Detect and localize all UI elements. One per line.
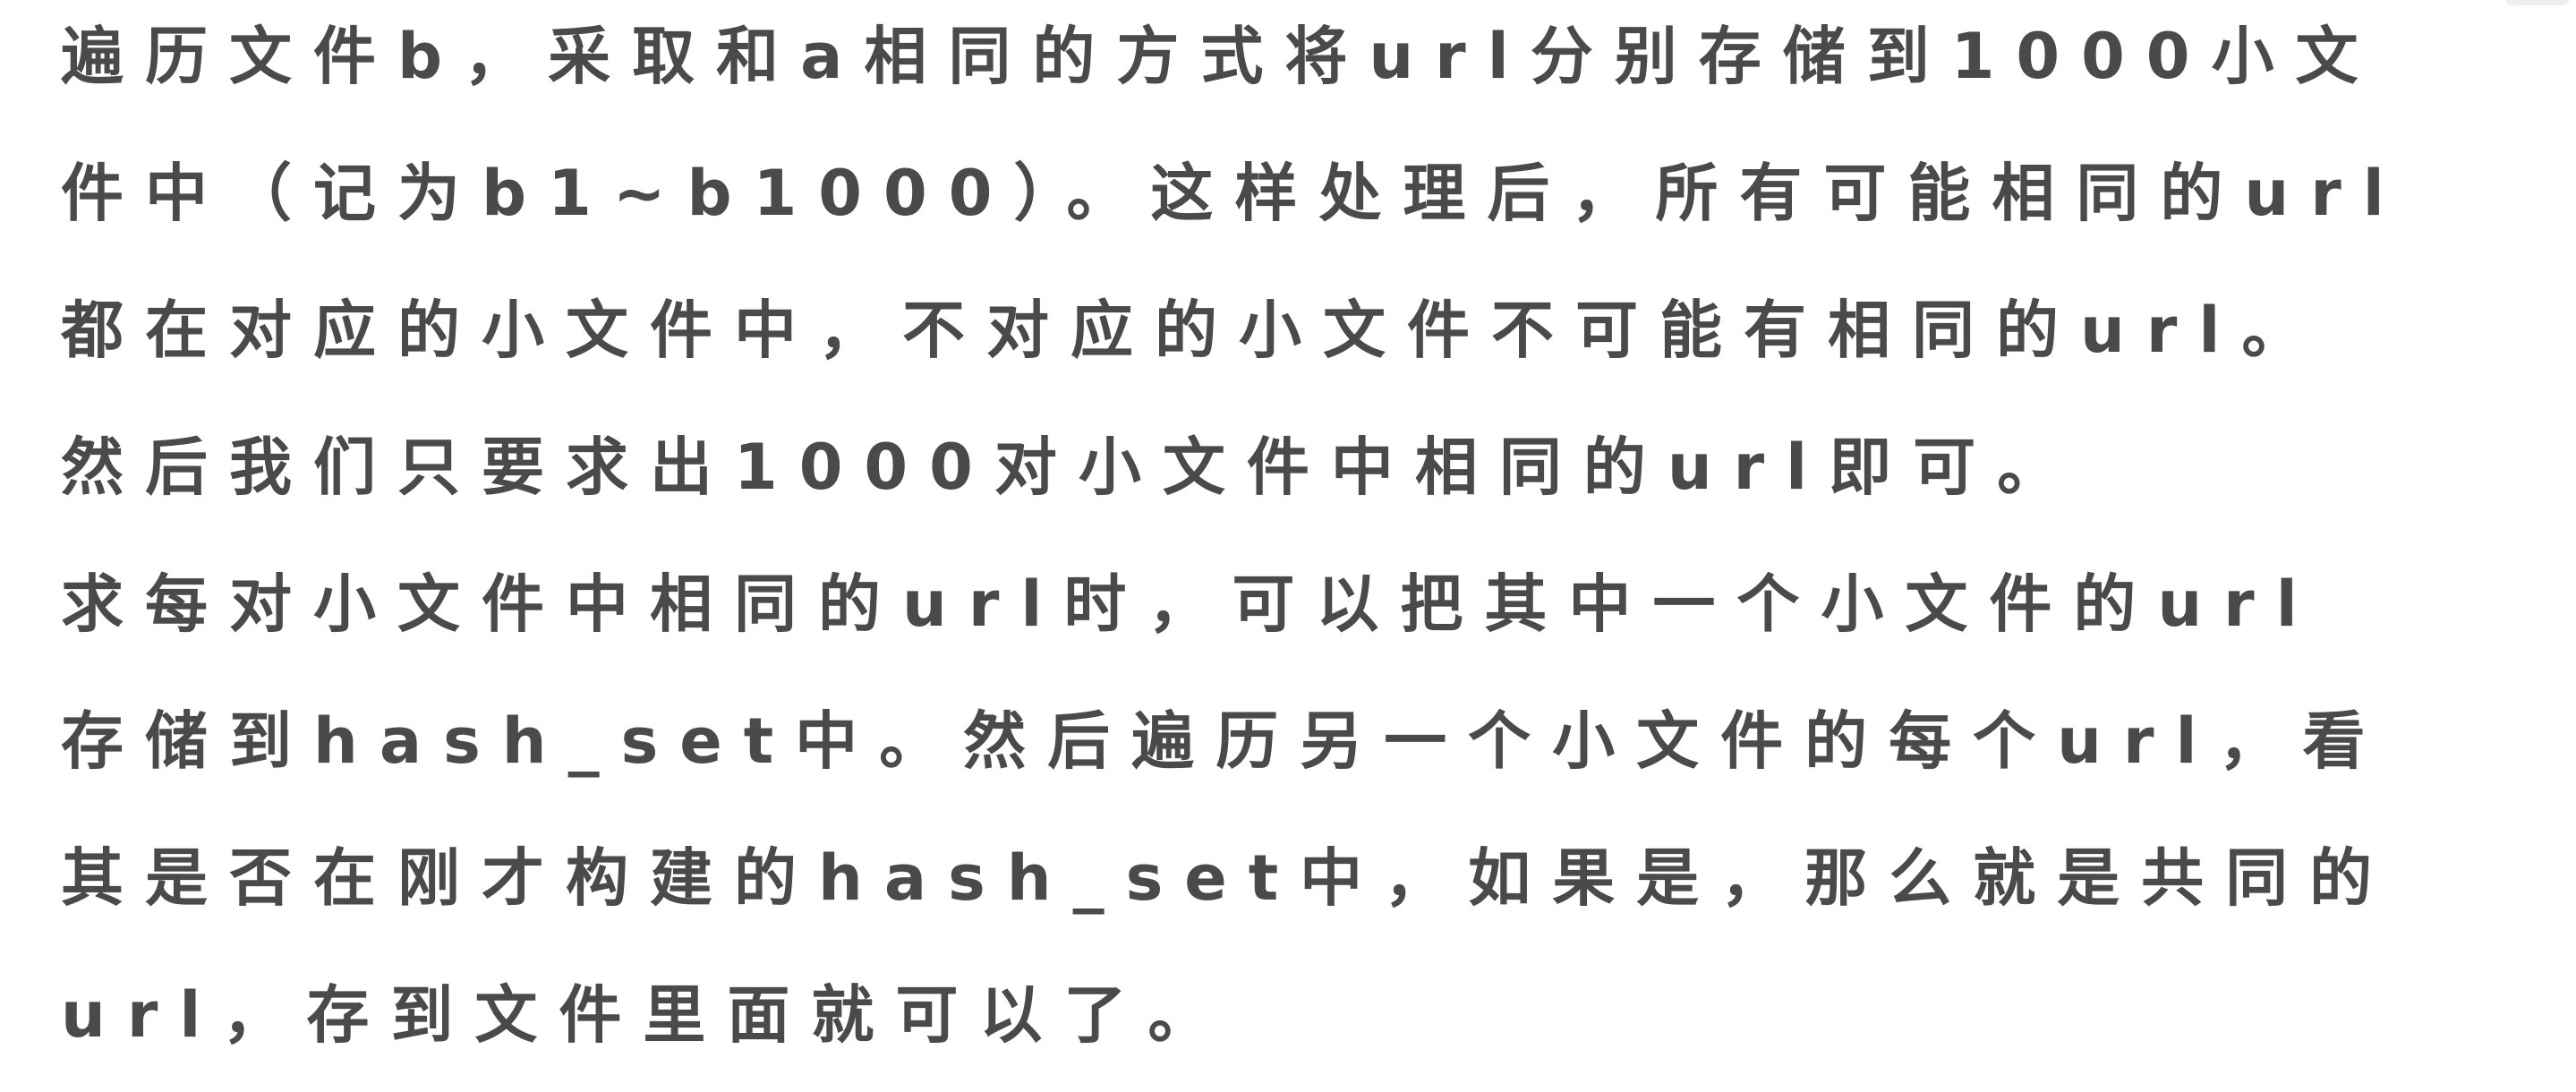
page-corner-shadow [2506, 0, 2569, 5]
text-line-3: 都在对应的小文件中，不对应的小文件不可能有相同的url。 [61, 294, 2326, 367]
text-line-8: url，存到文件里面就可以了。 [61, 978, 1233, 1052]
text-line-6: 存储到hash_set中。然后遍历另一个小文件的每个url，看 [61, 704, 2387, 778]
document-page: 遍历文件b，采取和a相同的方式将url分别存储到1000小文 件中（记为b1~b… [0, 0, 2576, 1092]
text-line-2: 件中（记为b1~b1000）。这样处理后，所有可能相同的url [61, 157, 2406, 230]
text-line-1: 遍历文件b，采取和a相同的方式将url分别存储到1000小文 [61, 20, 2380, 93]
text-line-4: 然后我们只要求出1000对小文件中相同的url即可。 [61, 431, 2082, 504]
text-line-5: 求每对小文件中相同的url时，可以把其中一个小文件的url [61, 567, 2319, 641]
text-line-7: 其是否在刚才构建的hash_set中，如果是，那么就是共同的 [61, 841, 2394, 915]
